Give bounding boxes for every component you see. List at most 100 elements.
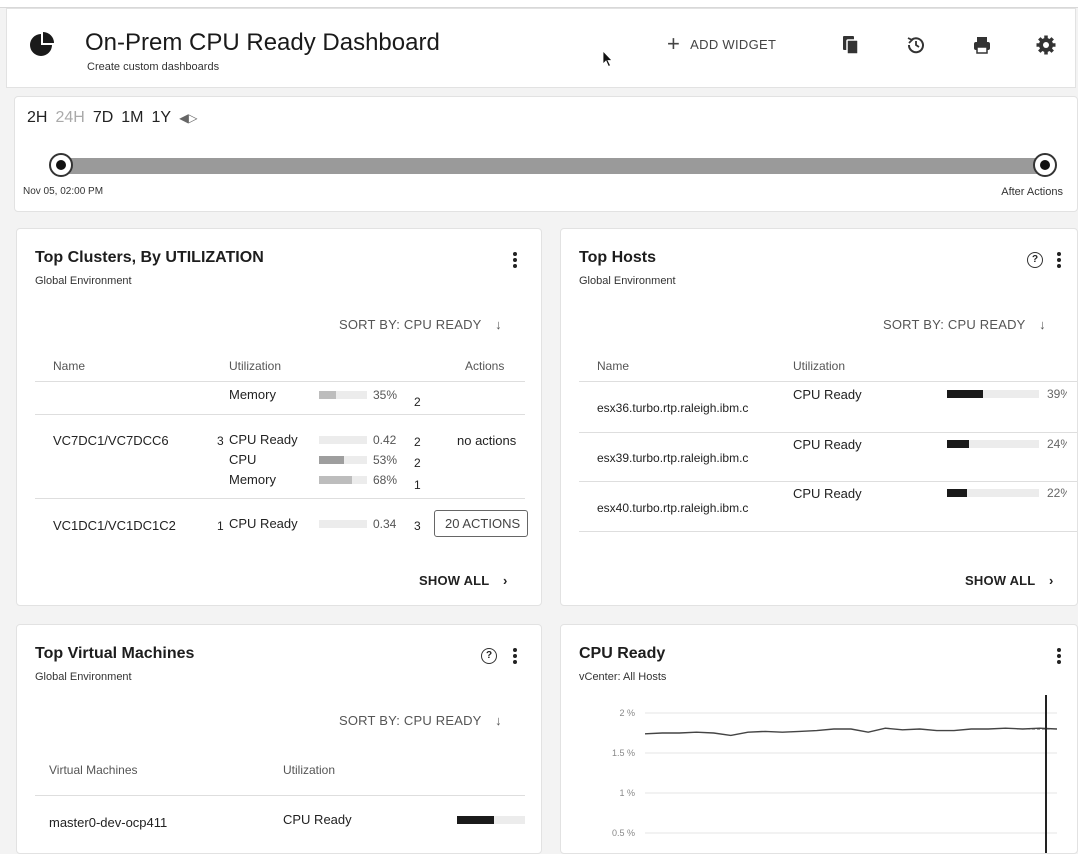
range-24h[interactable]: 24H [55, 109, 84, 127]
metric-label: CPU Ready [793, 437, 862, 452]
widget-scope: Global Environment [579, 275, 676, 287]
pie-chart-icon [30, 32, 54, 56]
divider [579, 381, 1077, 382]
column-header-virtual-machines[interactable]: Virtual Machines [49, 763, 138, 777]
more-options-icon[interactable] [507, 249, 523, 271]
utilization-bar [319, 436, 367, 444]
range-2h[interactable]: 2H [27, 109, 47, 127]
top-border [0, 0, 1078, 8]
timeline-start-handle[interactable] [49, 153, 73, 177]
vm-name: master0-dev-ocp411 [49, 815, 168, 830]
show-all-label: SHOW ALL [419, 573, 490, 588]
chevron-right-icon: › [1049, 573, 1054, 588]
metric-label: CPU [229, 452, 257, 467]
metric-count: 2 [414, 435, 421, 449]
more-options-icon[interactable] [507, 645, 523, 667]
top-hosts-widget: Top Hosts Global Environment ? SORT BY: … [560, 228, 1078, 606]
divider [35, 498, 525, 499]
column-header-actions[interactable]: Actions [465, 359, 504, 373]
column-header-utilization[interactable]: Utilization [793, 359, 845, 373]
range-toggle-arrows-icon[interactable]: ◀▷ [179, 111, 197, 125]
y-tick-label: 1.5 % [612, 748, 635, 758]
metric-value: 35% [373, 388, 398, 402]
host-name: esx36.turbo.rtp.raleigh.ibm.c [597, 401, 749, 415]
show-all-link[interactable]: SHOW ALL › [965, 573, 1054, 588]
cluster-prefix: 3 [217, 434, 224, 448]
metric-value: 68% [373, 473, 398, 487]
help-icon[interactable]: ? [1027, 252, 1043, 268]
timeline-end-handle[interactable] [1033, 153, 1057, 177]
metric-label: Memory [229, 472, 276, 487]
cpu-ready-chart-widget: CPU Ready vCenter: All Hosts 2 % 1.5 % 1 %… [560, 624, 1078, 854]
sort-label: SORT BY: CPU READY [339, 713, 482, 728]
widget-scope: Global Environment [35, 671, 132, 683]
history-icon[interactable] [905, 34, 927, 56]
cluster-name: VC1DC1/VC1DC1C2 [53, 518, 176, 533]
series-line[interactable] [644, 727, 1058, 737]
page-subtitle: Create custom dashboards [87, 61, 220, 73]
utilization-bar [319, 391, 367, 399]
host-name: esx39.turbo.rtp.raleigh.ibm.c [597, 451, 749, 465]
show-all-label: SHOW ALL [965, 573, 1036, 588]
metric-label: CPU Ready [793, 486, 862, 501]
utilization-bar [319, 520, 367, 528]
chevron-right-icon: › [503, 573, 508, 588]
utilization-bar [457, 816, 525, 824]
time-range-panel: 2H 24H 7D 1M 1Y ◀▷ Nov 05, 02:00 PM Afte… [14, 96, 1078, 212]
widget-title: Top Virtual Machines [35, 645, 195, 662]
metric-label: CPU Ready [793, 387, 862, 402]
row-actions-text: no actions [457, 433, 517, 448]
copy-icon[interactable] [839, 34, 861, 56]
metric-label: Memory [229, 387, 276, 402]
range-1y[interactable]: 1Y [152, 109, 172, 127]
divider [35, 414, 525, 415]
metric-value: 53% [373, 453, 398, 467]
metric-count: 2 [414, 456, 421, 470]
sort-arrow-icon: ↓ [495, 713, 502, 728]
widget-title: Top Hosts [579, 249, 657, 266]
page-title: On-Prem CPU Ready Dashboard [85, 29, 440, 56]
divider [35, 795, 525, 796]
metric-label: CPU Ready [229, 516, 298, 531]
actions-button[interactable]: 20 ACTIONS [434, 510, 528, 537]
column-header-name[interactable]: Name [53, 359, 85, 373]
column-header-utilization[interactable]: Utilization [229, 359, 281, 373]
timeline-end-label: After Actions [1001, 186, 1063, 198]
divider [579, 481, 1077, 482]
divider [579, 531, 1077, 532]
column-header-utilization[interactable]: Utilization [283, 763, 335, 777]
utilization-bar [319, 476, 367, 484]
dashboard-header: On-Prem CPU Ready Dashboard Create custo… [6, 8, 1076, 88]
y-tick-label: 2 % [619, 708, 635, 718]
help-icon[interactable]: ? [481, 648, 497, 664]
cpu-ready-line-chart[interactable]: 2 % 1.5 % 1 % 0.5 % [561, 625, 1078, 854]
host-name: esx40.turbo.rtp.raleigh.ibm.c [597, 501, 749, 515]
y-tick-label: 0.5 % [612, 828, 635, 838]
sort-arrow-icon: ↓ [1039, 317, 1046, 332]
column-header-name[interactable]: Name [597, 359, 629, 373]
range-7d[interactable]: 7D [93, 109, 113, 127]
timeline-track[interactable] [59, 158, 1047, 174]
metric-count: 2 [414, 395, 421, 409]
widget-scope: Global Environment [35, 275, 132, 287]
top-virtual-machines-widget: Top Virtual Machines Global Environment … [16, 624, 542, 854]
metric-value: 39% [1047, 387, 1067, 401]
metric-label: CPU Ready [283, 812, 352, 827]
gear-icon[interactable] [1035, 34, 1057, 56]
more-options-icon[interactable] [1051, 249, 1067, 271]
sort-dropdown[interactable]: SORT BY: CPU READY ↓ [339, 713, 502, 728]
metric-count: 1 [414, 478, 421, 492]
sort-dropdown[interactable]: SORT BY: CPU READY ↓ [883, 317, 1046, 332]
utilization-bar [947, 440, 1039, 448]
utilization-bar [947, 489, 1039, 497]
divider [579, 432, 1077, 433]
metric-value: 24% [1047, 437, 1067, 451]
sort-dropdown[interactable]: SORT BY: CPU READY ↓ [339, 317, 502, 332]
metric-value: 0.42 [373, 433, 397, 447]
time-range-selector: 2H 24H 7D 1M 1Y ◀▷ [27, 109, 198, 127]
print-icon[interactable] [971, 34, 993, 56]
show-all-link[interactable]: SHOW ALL › [419, 573, 508, 588]
range-1m[interactable]: 1M [121, 109, 143, 127]
add-widget-button[interactable]: + ADD WIDGET [667, 33, 776, 55]
sort-label: SORT BY: CPU READY [883, 317, 1026, 332]
